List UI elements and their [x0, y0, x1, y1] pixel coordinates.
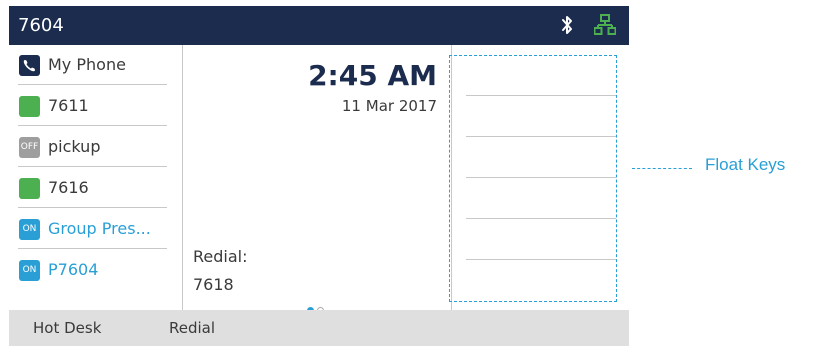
phone-icon	[19, 55, 40, 76]
float-key-5[interactable]	[466, 259, 616, 260]
redial-softkey[interactable]: Redial	[169, 310, 215, 346]
line-keys-panel: My Phone 7611 OFF pickup 7616 ON Group P…	[9, 45, 183, 310]
float-keys-callout: Float Keys	[705, 155, 786, 174]
clock-date: 11 Mar 2017	[341, 97, 437, 115]
off-status-icon: OFF	[19, 137, 40, 158]
float-keys-highlight	[449, 55, 617, 302]
line-key-label: Group Pres...	[48, 219, 151, 238]
line-key-label: My Phone	[48, 55, 126, 74]
redial-label: Redial:	[193, 247, 248, 266]
presence-available-icon	[19, 96, 40, 117]
line-key-label: 7616	[48, 178, 89, 197]
float-key-1[interactable]	[466, 95, 616, 96]
clock-time: 2:45 AM	[308, 59, 437, 92]
divider	[18, 248, 167, 249]
float-key-4[interactable]	[466, 218, 616, 219]
line-key-p7604[interactable]: ON P7604	[9, 250, 182, 290]
line-key-label: 7611	[48, 96, 89, 115]
line-key-group-presence[interactable]: ON Group Pres...	[9, 209, 182, 249]
main-content: My Phone 7611 OFF pickup 7616 ON Group P…	[9, 45, 629, 314]
divider	[18, 125, 167, 126]
presence-available-icon	[19, 178, 40, 199]
line-key-label: pickup	[48, 137, 101, 156]
network-icon	[593, 14, 617, 36]
line-key-pickup[interactable]: OFF pickup	[9, 127, 182, 167]
divider	[18, 207, 167, 208]
redial-number[interactable]: 7618	[193, 275, 234, 294]
status-bar: 7604	[9, 6, 629, 45]
line-key-label: P7604	[48, 260, 99, 279]
divider	[18, 84, 167, 85]
line-key-my-phone[interactable]: My Phone	[9, 45, 182, 85]
on-status-icon: ON	[19, 260, 40, 281]
float-key-2[interactable]	[466, 136, 616, 137]
extension-number: 7604	[18, 15, 64, 36]
float-key-3[interactable]	[466, 177, 616, 178]
line-key-7616[interactable]: 7616	[9, 168, 182, 208]
on-status-icon: ON	[19, 219, 40, 240]
bluetooth-icon	[560, 14, 574, 36]
line-key-7611[interactable]: 7611	[9, 86, 182, 126]
status-icon-text: ON	[22, 224, 37, 234]
status-icon-text: ON	[22, 265, 37, 275]
softkey-bar: Hot Desk Redial	[9, 310, 629, 346]
callout-leader	[632, 168, 692, 169]
divider	[18, 166, 167, 167]
status-icon-text: OFF	[20, 142, 39, 152]
idle-panel: 2:45 AM 11 Mar 2017 Redial: 7618	[183, 45, 451, 314]
hot-desk-softkey[interactable]: Hot Desk	[33, 310, 101, 346]
page-indicator	[307, 299, 327, 314]
phone-screen: 7604 My Phone 7611 OFF pickup 7616 ON Gr…	[9, 6, 629, 346]
